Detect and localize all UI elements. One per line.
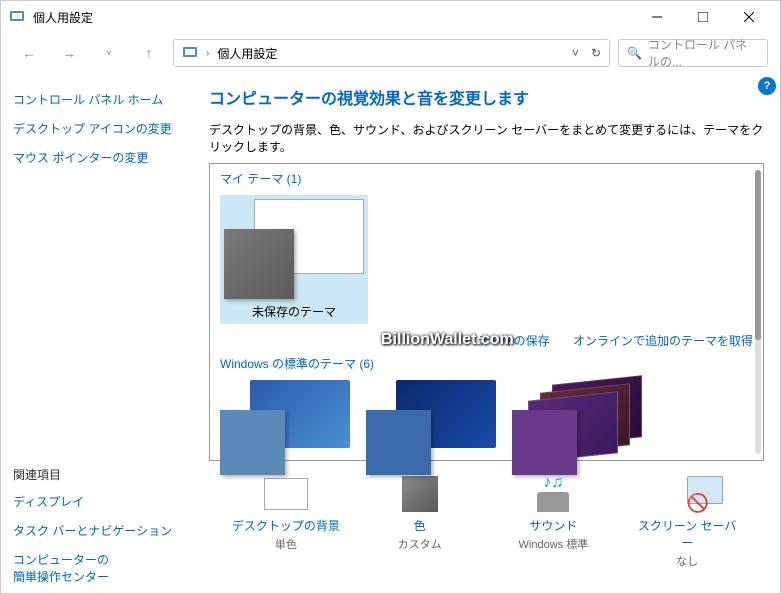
- bottom-value: カスタム: [365, 536, 475, 552]
- related-items-label: 関連項目: [13, 466, 189, 483]
- page-title: コンピューターの視覚効果と音を変更します: [209, 85, 764, 109]
- app-icon: [9, 9, 25, 25]
- sounds-button[interactable]: サウンド Windows 標準: [498, 475, 608, 569]
- window-title: 個人用設定: [33, 9, 634, 26]
- bottom-value: なし: [632, 553, 742, 569]
- chevron-right-icon: ›: [206, 48, 209, 59]
- screensaver-icon: [667, 476, 707, 512]
- recent-button[interactable]: ˅: [93, 37, 125, 69]
- theme-item-default-2[interactable]: [366, 380, 496, 475]
- desktop-background-button[interactable]: デスクトップの背景 単色: [231, 475, 341, 569]
- bottom-value: 単色: [231, 536, 341, 552]
- close-button[interactable]: [726, 1, 772, 33]
- bottom-value: Windows 標準: [498, 536, 608, 552]
- bottom-label: デスクトップの背景: [231, 517, 341, 534]
- themes-panel: マイ テーマ (1) 未保存のテーマ テーマの保存 オンラインで追加のテーマを取…: [209, 163, 764, 461]
- color-button[interactable]: 色 カスタム: [365, 475, 475, 569]
- save-theme-link[interactable]: テーマの保存: [478, 334, 550, 348]
- my-themes-label: マイ テーマ (1): [220, 170, 753, 187]
- color-icon: [402, 476, 438, 512]
- refresh-icon[interactable]: ↻: [591, 46, 601, 60]
- sound-icon: [533, 476, 573, 512]
- page-description: デスクトップの背景、色、サウンド、およびスクリーン セーバーをまとめて変更するに…: [209, 121, 764, 155]
- monitor-icon: [182, 45, 198, 61]
- sidebar-link-taskbar[interactable]: タスク バーとナビゲーション: [13, 522, 189, 539]
- theme-item-default-1[interactable]: [220, 380, 350, 475]
- forward-button[interactable]: →: [53, 37, 85, 69]
- get-online-themes-link[interactable]: オンラインで追加のテーマを取得: [573, 334, 753, 348]
- address-bar[interactable]: › 個人用設定 ˅ ↻: [173, 39, 610, 67]
- sidebar-link-control-panel[interactable]: コントロール パネル ホーム: [13, 91, 189, 108]
- up-button[interactable]: ↑: [133, 37, 165, 69]
- search-icon: 🔍: [627, 46, 642, 60]
- theme-item-unsaved[interactable]: 未保存のテーマ: [220, 195, 368, 324]
- sidebar-link-display[interactable]: ディスプレイ: [13, 493, 189, 510]
- theme-item-default-3[interactable]: [512, 380, 642, 475]
- scrollbar[interactable]: [755, 170, 761, 454]
- search-input[interactable]: 🔍 コントロール パネルの...: [618, 39, 768, 67]
- back-button[interactable]: ←: [13, 37, 45, 69]
- default-themes-label: Windows の標準のテーマ (6): [220, 355, 753, 372]
- search-placeholder: コントロール パネルの...: [648, 36, 759, 70]
- sidebar-link-ease-of-access[interactable]: コンピューターの 簡単操作センター: [13, 551, 189, 585]
- screensaver-button[interactable]: スクリーン セーバー なし: [632, 475, 742, 569]
- breadcrumb-text: 個人用設定: [217, 45, 277, 62]
- theme-caption: 未保存のテーマ: [224, 303, 364, 320]
- desktop-bg-icon: [264, 478, 308, 510]
- theme-thumbnail: [224, 199, 364, 299]
- sidebar-link-mouse-pointer[interactable]: マウス ポインターの変更: [13, 149, 189, 166]
- maximize-button[interactable]: [680, 1, 726, 33]
- bottom-label: サウンド: [498, 517, 608, 534]
- bottom-label: スクリーン セーバー: [632, 517, 742, 551]
- sidebar-link-desktop-icons[interactable]: デスクトップ アイコンの変更: [13, 120, 189, 137]
- bottom-label: 色: [365, 517, 475, 534]
- minimize-button[interactable]: [634, 1, 680, 33]
- dropdown-icon[interactable]: ˅: [572, 46, 579, 60]
- help-icon[interactable]: ?: [758, 77, 776, 95]
